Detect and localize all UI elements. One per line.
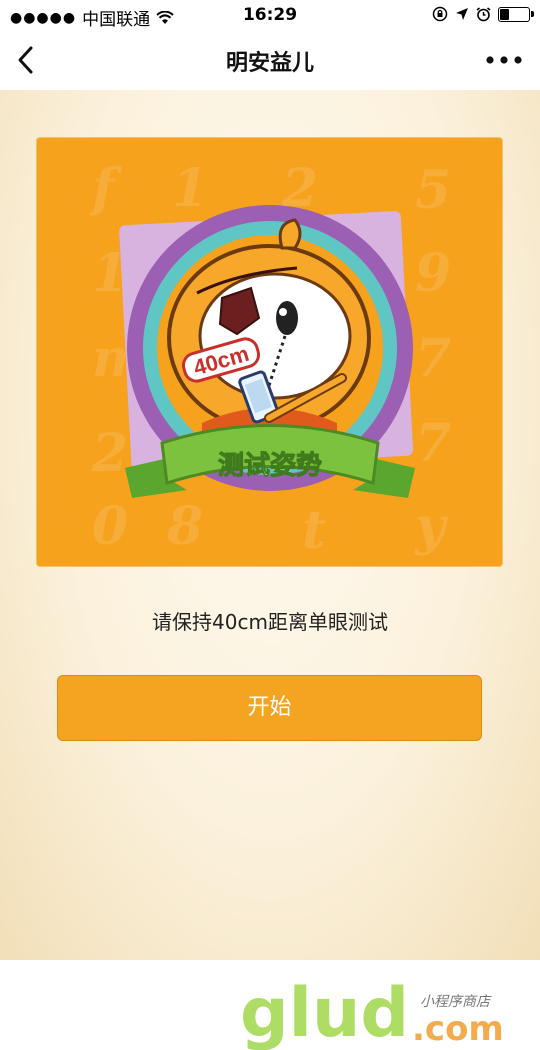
watermark-tagline: 小程序商店 — [420, 994, 492, 1010]
watermark-logo: glud .com 小程序商店 — [240, 974, 504, 1050]
page-title: 明安益儿 — [225, 51, 314, 76]
battery-icon — [498, 6, 534, 22]
test-posture-illustration: f 1 2 5 1 9 m 7 2 7 0 8 t y 40cm 测试姿势 — [37, 138, 502, 566]
main-content: f 1 2 5 1 9 m 7 2 7 0 8 t y 40cm 测试姿势 请保… — [0, 90, 540, 1050]
start-button[interactable]: 开始 — [57, 675, 482, 741]
more-dots-icon — [486, 56, 522, 64]
watermark-domain: .com — [412, 1009, 504, 1049]
status-right — [432, 6, 534, 22]
navigation-bar: 明安益儿 — [0, 30, 540, 90]
orientation-lock-icon — [432, 6, 448, 22]
more-options-button[interactable] — [484, 50, 524, 70]
watermark-logo-text: glud — [240, 974, 409, 1050]
status-bar: ●●●●● 中国联通 16:29 — [0, 0, 540, 30]
location-arrow-icon — [456, 8, 468, 20]
instruction-text: 请保持40cm距离单眼测试 — [152, 610, 388, 634]
alarm-icon — [476, 6, 491, 21]
ribbon-label: 测试姿势 — [218, 451, 322, 481]
mascot-illustration: 40cm 测试姿势 — [119, 205, 415, 498]
